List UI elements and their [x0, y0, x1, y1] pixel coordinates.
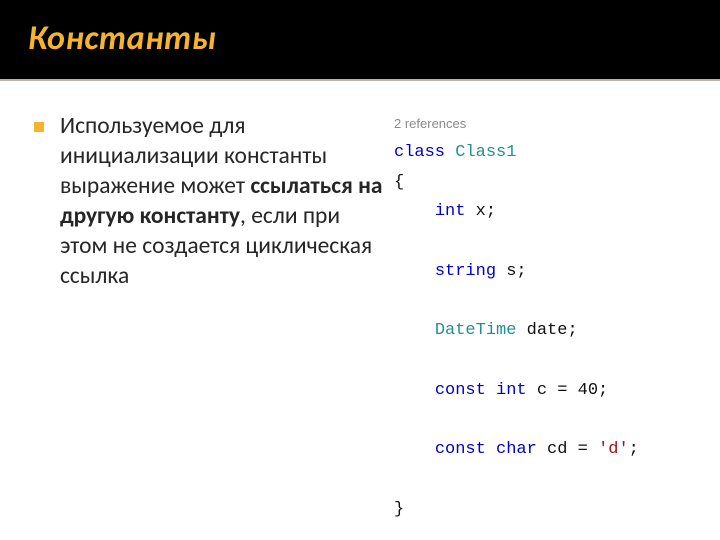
bullet-list: Используемое для инициализации константы… — [34, 111, 386, 291]
char-literal: 'd' — [598, 440, 629, 459]
keyword-int: int — [435, 202, 466, 221]
text-column: Используемое для инициализации константы… — [34, 111, 386, 525]
slide-title: Константы — [28, 18, 692, 59]
indent — [394, 440, 435, 459]
brace-close: } — [394, 500, 404, 519]
brace-open: { — [394, 173, 404, 192]
decl-cd-pre: cd = — [537, 440, 598, 459]
keyword-const-1: const — [435, 381, 486, 400]
indent — [394, 262, 435, 281]
type-datetime: DateTime — [435, 321, 517, 340]
keyword-char: char — [496, 440, 537, 459]
type-classname: Class1 — [455, 143, 516, 162]
decl-c: c = 40; — [527, 381, 609, 400]
title-bar: Константы — [0, 0, 720, 81]
keyword-const-2: const — [435, 440, 486, 459]
keyword-string: string — [435, 262, 496, 281]
decl-x: x; — [465, 202, 496, 221]
code-column: 2 references class Class1 { int x; string… — [394, 111, 712, 525]
bullet-item: Используемое для инициализации константы… — [34, 111, 386, 291]
indent — [394, 202, 435, 221]
content-area: Используемое для инициализации константы… — [0, 81, 720, 525]
keyword-class: class — [394, 143, 445, 162]
keyword-int-2: int — [496, 381, 527, 400]
indent — [394, 381, 435, 400]
decl-cd-post: ; — [629, 440, 639, 459]
decl-s: s; — [496, 262, 527, 281]
decl-date: date; — [516, 321, 577, 340]
code-references: 2 references — [394, 113, 712, 136]
slide: Константы Используемое для инициализации… — [0, 0, 720, 540]
indent — [394, 321, 435, 340]
